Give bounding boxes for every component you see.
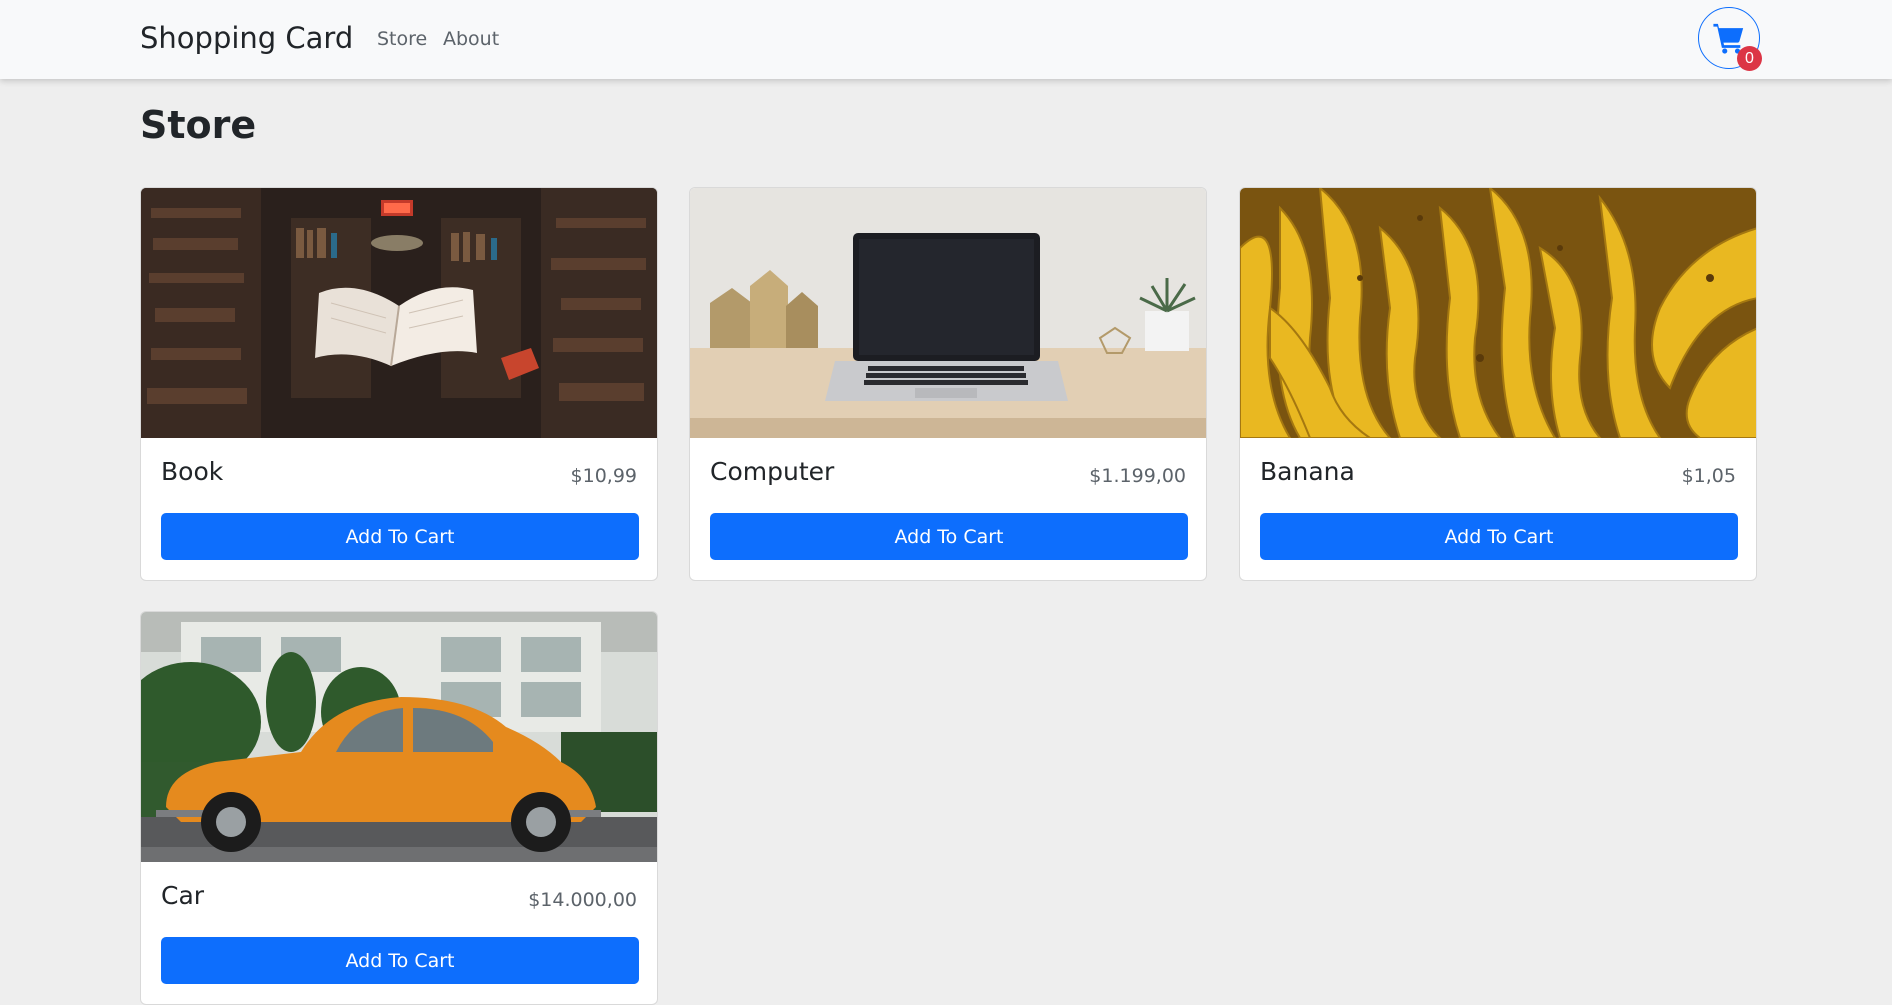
product-image-banana (1240, 188, 1756, 438)
product-name: Car (161, 881, 205, 910)
cart-count-badge: 0 (1737, 46, 1762, 71)
product-price: $14.000,00 (528, 889, 637, 911)
cart-button[interactable]: 0 (1698, 7, 1762, 71)
nav-link-about[interactable]: About (443, 26, 499, 52)
product-name: Banana (1260, 457, 1355, 486)
product-name: Book (161, 457, 224, 486)
product-image-car (141, 612, 657, 862)
nav-link-store[interactable]: Store (377, 26, 427, 52)
add-to-cart-button[interactable]: Add To Cart (161, 937, 639, 984)
product-card-book: Book $10,99 Add To Cart (140, 187, 658, 581)
product-card-car: Car $14.000,00 Add To Cart (140, 611, 658, 1005)
product-card-computer: Computer $1.199,00 Add To Cart (689, 187, 1207, 581)
product-image-computer (690, 188, 1206, 438)
product-price: $10,99 (570, 465, 637, 487)
navbar: Shopping Card Store About 0 (0, 0, 1892, 79)
add-to-cart-button[interactable]: Add To Cart (710, 513, 1188, 560)
product-image-book (141, 188, 657, 438)
brand-logo[interactable]: Shopping Card (140, 19, 353, 57)
product-name: Computer (710, 457, 835, 486)
product-price: $1.199,00 (1089, 465, 1186, 487)
product-card-banana: Banana $1,05 Add To Cart (1239, 187, 1757, 581)
product-price: $1,05 (1681, 465, 1736, 487)
page-title: Store (140, 103, 257, 147)
add-to-cart-button[interactable]: Add To Cart (1260, 513, 1738, 560)
add-to-cart-button[interactable]: Add To Cart (161, 513, 639, 560)
